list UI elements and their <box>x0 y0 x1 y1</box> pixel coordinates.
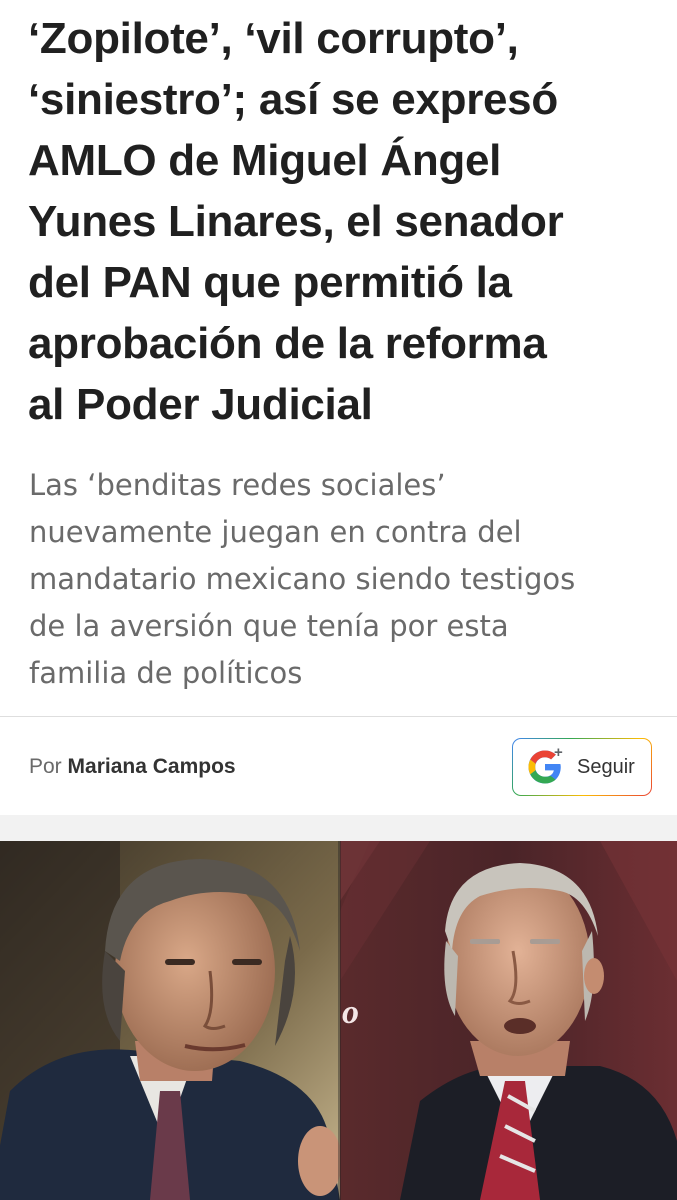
backdrop-text: o <box>342 994 359 1031</box>
follow-label: Seguir <box>577 755 635 778</box>
subheadline-line: nuevamente juegan en contra del <box>29 515 522 549</box>
subheadline: Las ‘benditas redes sociales’ nuevamente… <box>29 462 659 697</box>
follow-button[interactable]: + Seguir <box>512 738 652 796</box>
section-divider <box>0 815 677 841</box>
google-g-icon: + <box>527 744 563 785</box>
subheadline-line: Las ‘benditas redes sociales’ <box>29 468 446 502</box>
subheadline-line: mandatario mexicano siendo testigos <box>29 562 576 596</box>
byline: Por Mariana Campos <box>29 752 236 782</box>
headline-line: ‘Zopilote’, ‘vil corrupto’, <box>28 14 519 63</box>
author-name[interactable]: Mariana Campos <box>68 755 236 778</box>
byline-prefix: Por <box>29 755 62 778</box>
article: ‘Zopilote’, ‘vil corrupto’, ‘siniestro’;… <box>0 0 677 1200</box>
headline-line: del PAN que permitió la <box>28 258 512 307</box>
headline-line: Yunes Linares, el senador <box>28 197 564 246</box>
subheadline-line: familia de políticos <box>29 656 303 690</box>
headline-line: al Poder Judicial <box>28 380 373 429</box>
headline-line: AMLO de Miguel Ángel <box>28 136 502 185</box>
subheadline-line: de la aversión que tenía por esta <box>29 609 509 643</box>
divider <box>0 716 677 717</box>
hero-image[interactable]: o <box>0 841 677 1200</box>
plus-icon: + <box>554 744 563 761</box>
headline: ‘Zopilote’, ‘vil corrupto’, ‘siniestro’;… <box>28 8 658 435</box>
right-photo: o <box>340 841 677 1200</box>
headline-line: aprobación de la reforma <box>28 319 547 368</box>
left-photo <box>0 841 342 1200</box>
headline-line: ‘siniestro’; así se expresó <box>28 75 558 124</box>
